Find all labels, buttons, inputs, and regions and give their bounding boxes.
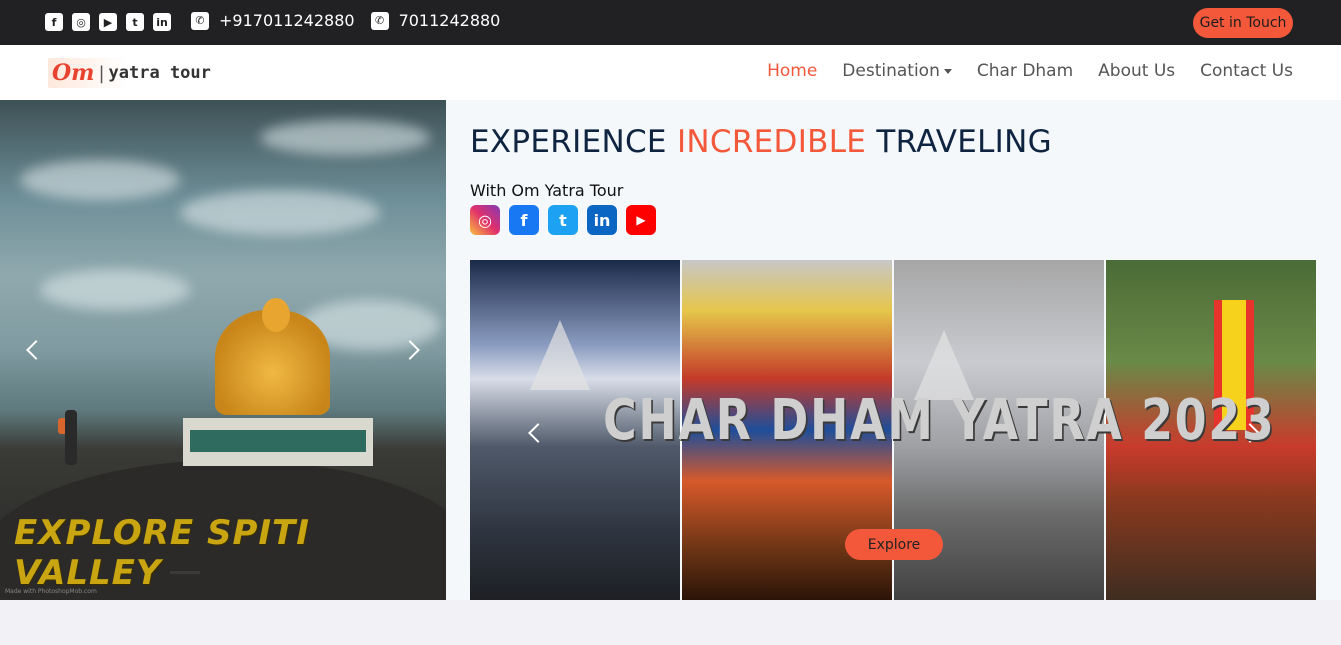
twitter-icon[interactable]: t (548, 205, 578, 235)
carousel-indicator[interactable] (170, 571, 200, 574)
logo-om: Om (52, 60, 95, 86)
site-logo[interactable]: Om | yatra tour (48, 58, 245, 88)
with-text: With Om Yatra Tour (470, 181, 624, 200)
nav-about[interactable]: About Us (1098, 61, 1175, 81)
linkedin-icon[interactable]: in (153, 13, 171, 31)
facebook-icon[interactable]: f (509, 205, 539, 235)
nav-destination[interactable]: Destination (842, 61, 952, 81)
top-social-links: f ◎ ▶ t in (45, 13, 171, 31)
stupa-band (190, 430, 366, 452)
logo-text: yatra tour (108, 63, 211, 83)
buddha-head (262, 298, 290, 332)
banner-title: CHAR DHAM YATRA 2023 (603, 388, 1276, 453)
intro-panel: EXPERIENCE INCREDIBLE TRAVELING With Om … (446, 100, 1341, 600)
phone-icon: ✆ (191, 11, 209, 30)
twitter-icon[interactable]: t (126, 13, 144, 31)
logo-separator: | (98, 62, 105, 84)
cloud (180, 190, 380, 235)
social-links: ◎ f t in ▶ (470, 205, 656, 235)
chevron-down-icon (943, 68, 952, 74)
hero-caption: EXPLORE SPITI VALLEY (14, 513, 310, 593)
instagram-icon[interactable]: ◎ (72, 13, 90, 31)
nav-home[interactable]: Home (767, 61, 817, 81)
facebook-icon[interactable]: f (45, 13, 63, 31)
char-dham-banner: CHAR DHAM YATRA 2023 Explore (470, 260, 1317, 600)
cloud (20, 160, 180, 200)
phone-number[interactable]: +917011242880 (219, 11, 355, 30)
get-in-touch-button[interactable]: Get in Touch (1193, 8, 1293, 38)
image-credit: Made with PhotoshopMob.com (5, 588, 97, 595)
top-contact: ✆ +917011242880 ✆ 7011242880 (191, 11, 516, 30)
nav-contact[interactable]: Contact Us (1200, 61, 1293, 81)
temple-spire (530, 320, 590, 390)
nav-destination-label: Destination (842, 61, 940, 81)
cloud (40, 270, 190, 310)
page-bottom (0, 600, 1341, 645)
headline-part1: EXPERIENCE (470, 124, 667, 160)
main-navbar: Om | yatra tour Home Destination Char Dh… (0, 45, 1341, 100)
headline-accent: INCREDIBLE (676, 124, 867, 160)
carousel-prev-icon[interactable] (26, 340, 46, 360)
cloud (260, 120, 430, 155)
whatsapp-icon: ✆ (370, 11, 389, 30)
page-headline: EXPERIENCE INCREDIBLE TRAVELING (470, 124, 1052, 160)
explore-button[interactable]: Explore (845, 529, 943, 560)
youtube-icon[interactable]: ▶ (626, 205, 656, 235)
hiker (65, 410, 77, 465)
nav-char-dham[interactable]: Char Dham (977, 61, 1073, 81)
nav-links: Home Destination Char Dham About Us Cont… (767, 61, 1293, 81)
top-bar: f ◎ ▶ t in ✆ +917011242880 ✆ 7011242880 … (0, 0, 1341, 45)
hero-carousel: EXPLORE SPITI VALLEY Made with Photoshop… (0, 100, 446, 600)
whatsapp-number[interactable]: 7011242880 (399, 11, 501, 30)
headline-part2: TRAVELING (876, 124, 1052, 160)
youtube-icon[interactable]: ▶ (99, 13, 117, 31)
instagram-icon[interactable]: ◎ (470, 205, 500, 235)
linkedin-icon[interactable]: in (587, 205, 617, 235)
